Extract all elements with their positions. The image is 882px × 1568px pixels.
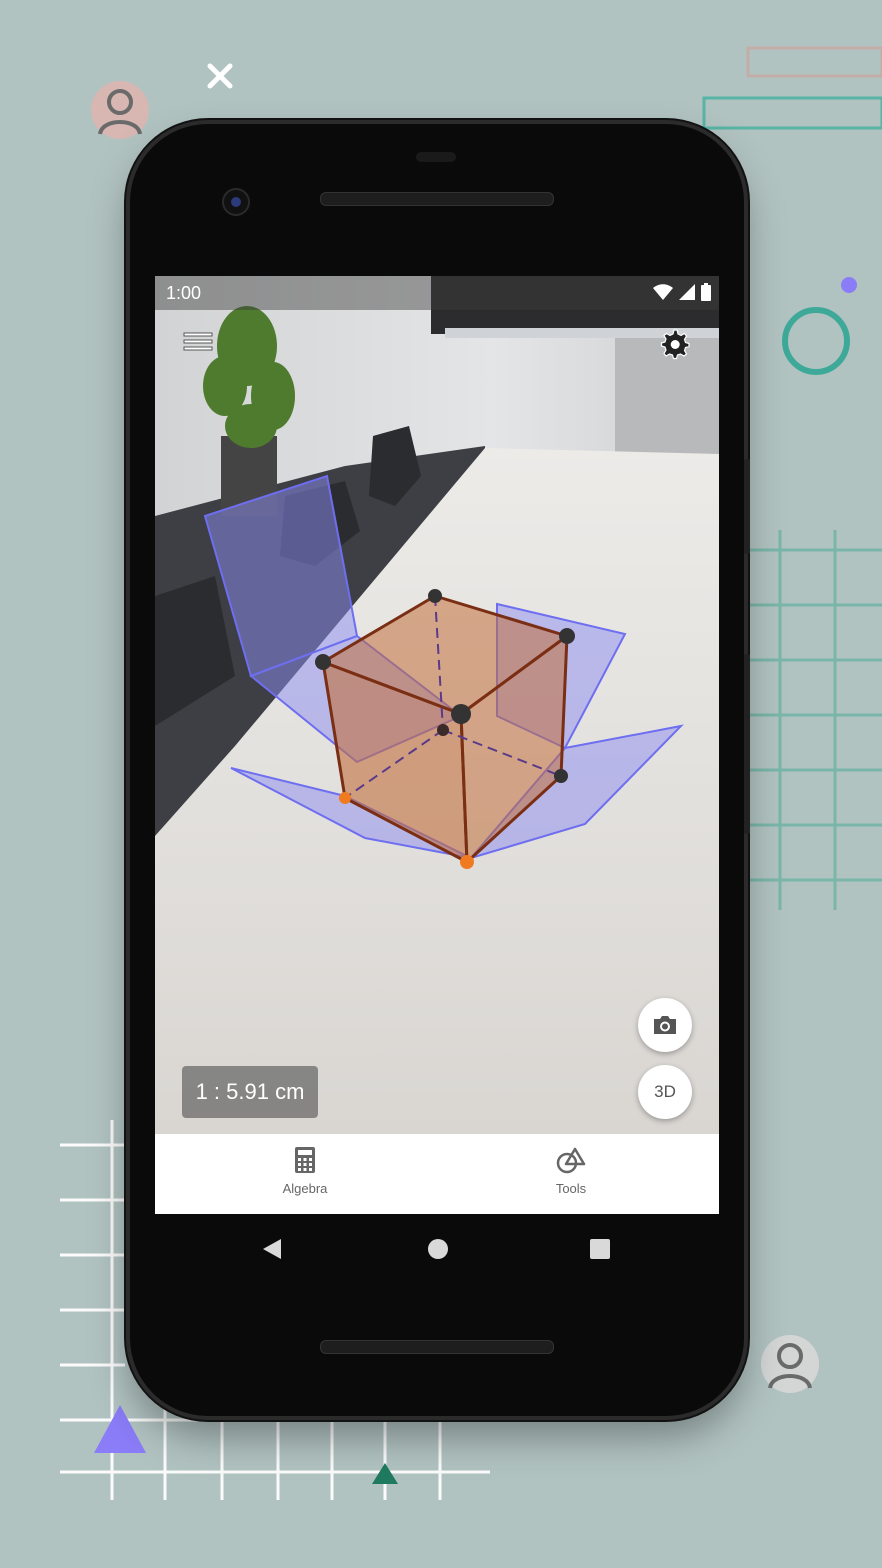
purple-dot [841,277,857,293]
back-icon[interactable] [261,1238,283,1265]
status-bar: 1:00 [155,276,719,310]
top-speaker [320,192,554,206]
nav-item-algebra[interactable]: Algebra [245,1146,365,1196]
calculator-icon [295,1147,315,1173]
settings-button[interactable] [657,326,691,360]
nav-label-tools: Tools [555,1181,587,1196]
scale-badge: 1 : 5.91 cm [182,1066,318,1118]
nav-label-algebra: Algebra [282,1181,328,1196]
recents-icon[interactable] [589,1238,611,1265]
battery-icon [701,283,711,301]
system-nav-bar [155,1214,719,1278]
nav-item-tools[interactable]: Tools [511,1146,631,1196]
view-3d-label: 3D [654,1082,676,1101]
menu-icon [183,332,213,351]
front-camera [222,188,250,216]
power-button [744,459,750,554]
purple-triangle [94,1405,146,1453]
avatar-icon [90,80,150,140]
volume-button [744,654,750,834]
screen: 1:00 3D 1: 5.91 cm Algebra Tools [155,276,719,1214]
phone-frame: 1:00 3D 1: 5.91 cm Algebra Tools [130,124,750,1416]
avatar-icon [760,1334,820,1394]
bottom-speaker [320,1340,554,1354]
camera-button[interactable] [638,998,692,1052]
signal-icon [679,284,695,300]
teal-ring [782,307,850,375]
gear-icon [660,329,690,360]
ar-camera-view[interactable]: 1:00 3D 1: 5.91 cm [155,276,719,1134]
scale-label: 1 : 5.91 cm [195,1079,305,1104]
wifi-icon [653,284,673,300]
view-3d-button[interactable]: 3D [638,1065,692,1119]
menu-button[interactable] [183,330,213,356]
close-icon[interactable] [204,60,236,92]
bottom-nav: Algebra Tools [155,1134,719,1214]
camera-icon [654,1016,676,1034]
status-time: 1:00 [166,283,202,303]
home-icon[interactable] [427,1238,449,1265]
shapes-icon [556,1147,586,1174]
ar-scene [155,276,719,1134]
earpiece [416,152,456,162]
